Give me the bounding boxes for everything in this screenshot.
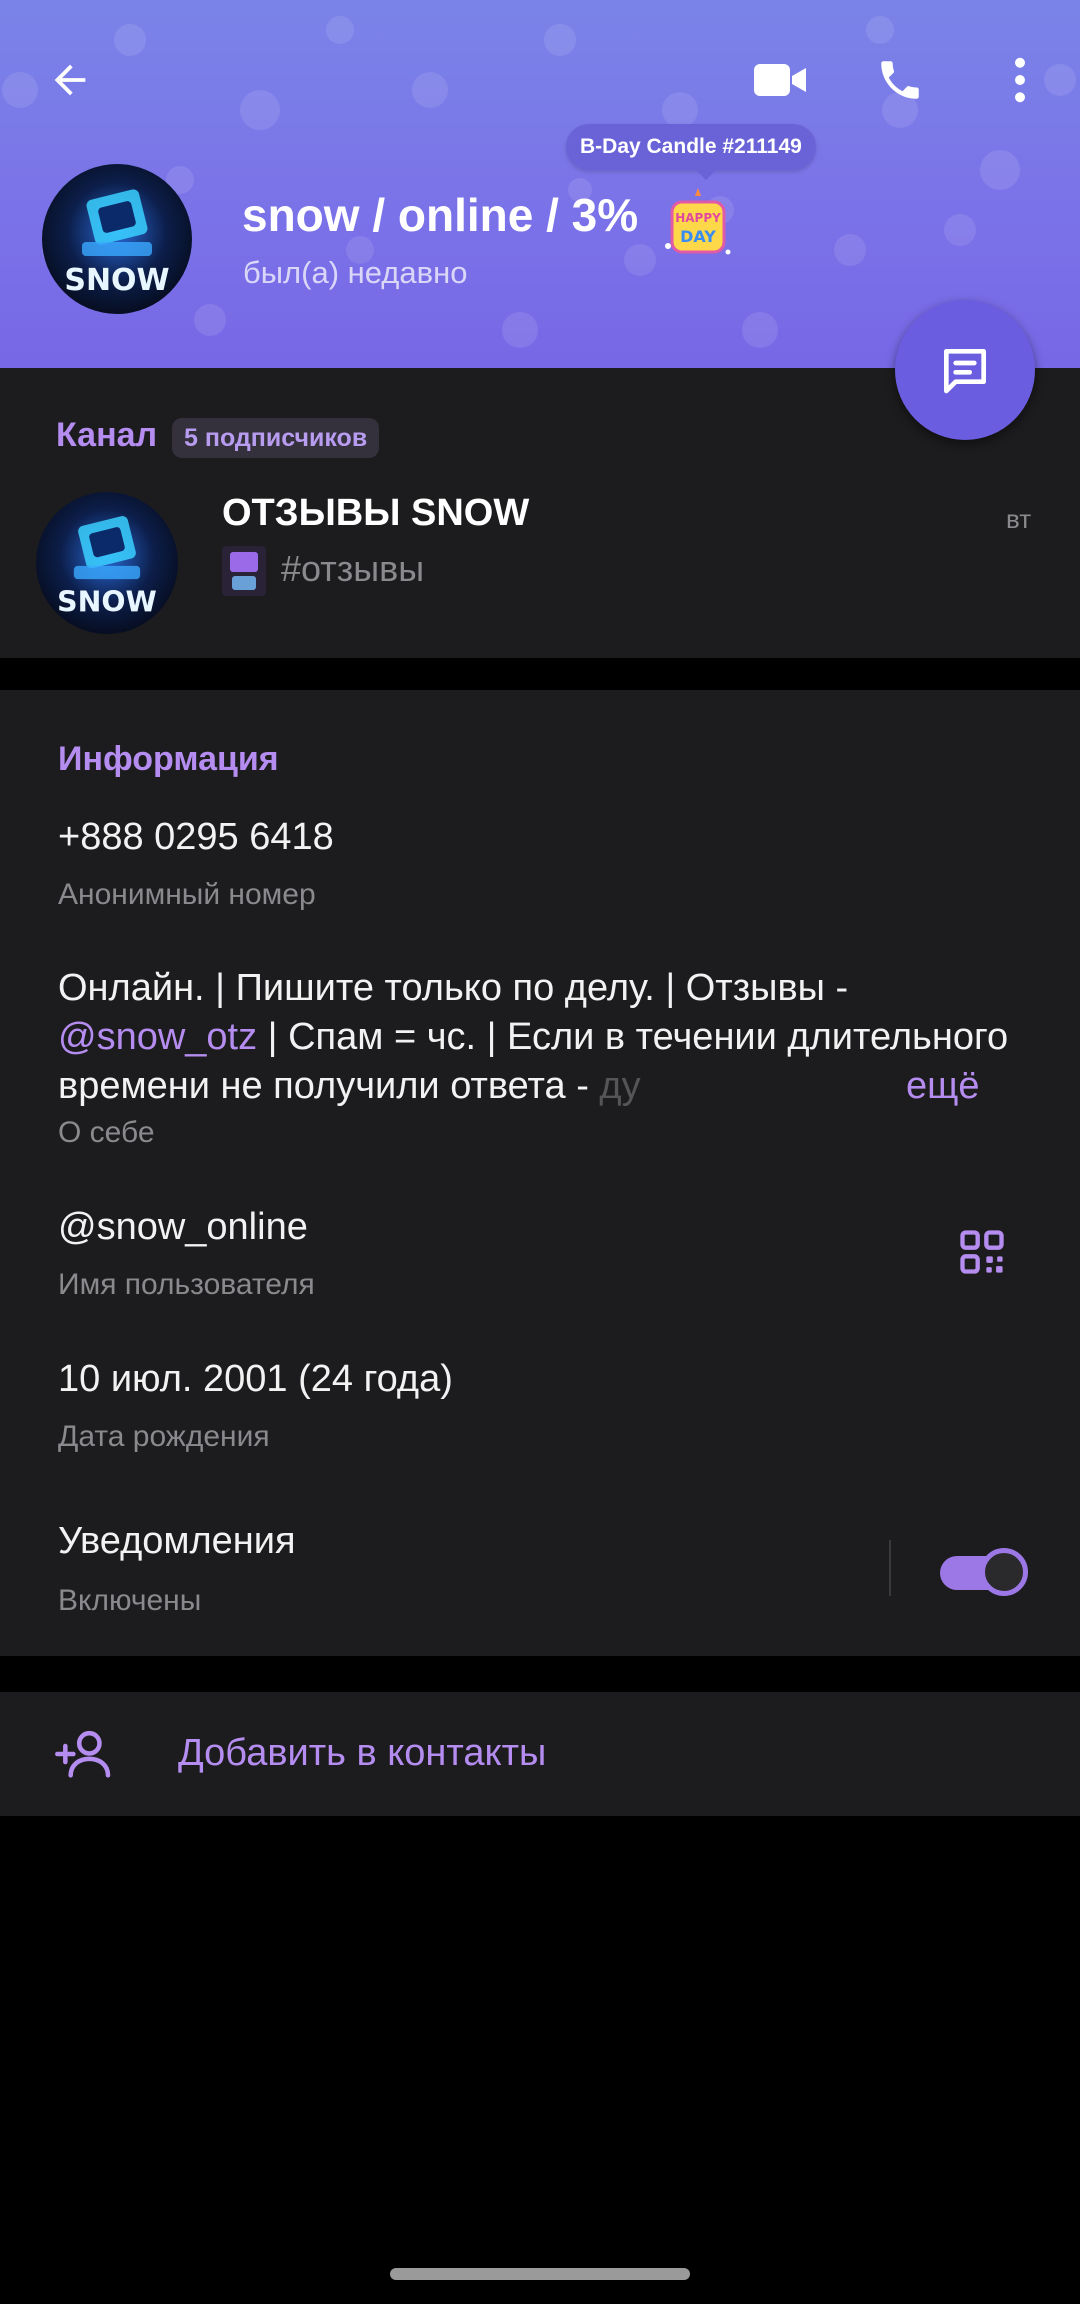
notifications-toggle[interactable] (940, 1546, 1028, 1596)
channel-last-post-preview: #отзывы (281, 548, 425, 589)
svg-text:DAY: DAY (680, 227, 716, 246)
bio-text-fade: ду (599, 1065, 641, 1107)
message-fab-button[interactable] (895, 300, 1035, 440)
toggle-knob (980, 1548, 1028, 1596)
username-label: Имя пользователя (58, 1268, 315, 1301)
svg-text:HAPPY: HAPPY (675, 211, 721, 225)
vertical-divider (889, 1540, 891, 1596)
voice-call-button[interactable] (860, 40, 940, 120)
qr-code-button[interactable] (956, 1226, 1008, 1286)
svg-text:SNOW: SNOW (57, 585, 157, 618)
add-contact-label: Добавить в контакты (178, 1732, 547, 1774)
profile-header: SNOW B-Day Candle #211149 snow / online … (0, 0, 1080, 368)
post-thumbnail (222, 546, 266, 596)
phone-label: Анонимный номер (58, 878, 316, 911)
phone-number[interactable]: +888 0295 6418 (58, 816, 334, 859)
profile-name: snow / online / 3% (242, 189, 639, 241)
add-contact-row[interactable]: Добавить в контакты (0, 1692, 1080, 1816)
avatar-image: SNOW (42, 164, 192, 314)
profile-screen: SNOW B-Day Candle #211149 snow / online … (0, 0, 1080, 2304)
bio-text-part: Онлайн. | Пишите только по делу. | Отзыв… (58, 967, 849, 1009)
more-vertical-icon (1015, 57, 1025, 103)
happy-day-emoji-icon[interactable]: HAPPY DAY (662, 182, 734, 262)
birthday-label: Дата рождения (58, 1420, 270, 1453)
notifications-status: Включены (58, 1584, 202, 1617)
channel-avatar: SNOW (36, 492, 178, 634)
notifications-title[interactable]: Уведомления (58, 1520, 296, 1563)
phone-icon (881, 61, 919, 99)
home-indicator[interactable] (390, 2268, 690, 2280)
bio-label: О себе (58, 1116, 155, 1149)
last-seen-status: был(а) недавно (243, 255, 468, 290)
bio-text[interactable]: Онлайн. | Пишите только по делу. | Отзыв… (58, 964, 1028, 1111)
username[interactable]: @snow_online (58, 1206, 308, 1249)
video-camera-icon (754, 64, 806, 96)
channel-post-time: вт (1006, 504, 1032, 534)
svg-text:SNOW: SNOW (64, 263, 169, 298)
add-person-icon (52, 1722, 116, 1786)
channel-title: ОТЗЫВЫ SNOW (222, 492, 530, 534)
chat-bubble-icon (944, 349, 986, 394)
info-section-title: Информация (58, 740, 279, 778)
qr-code-icon (960, 1230, 1004, 1274)
profile-avatar[interactable]: SNOW (42, 164, 192, 314)
bio-more-link[interactable]: ещё (900, 1062, 980, 1111)
back-button[interactable] (30, 40, 110, 120)
subscribers-badge: 5 подписчиков (172, 418, 380, 458)
birthday-gift-badge[interactable]: B-Day Candle #211149 (566, 124, 816, 180)
bio-mention-link[interactable]: @snow_otz (58, 1016, 257, 1058)
channel-label: Канал (56, 416, 158, 454)
video-call-button[interactable] (740, 40, 820, 120)
back-arrow-icon (54, 64, 86, 96)
birthday-date: 10 июл. 2001 (24 года) (58, 1358, 453, 1400)
more-options-button[interactable] (980, 40, 1060, 120)
info-section: Информация +888 0295 6418 Анонимный номе… (0, 690, 1080, 1656)
